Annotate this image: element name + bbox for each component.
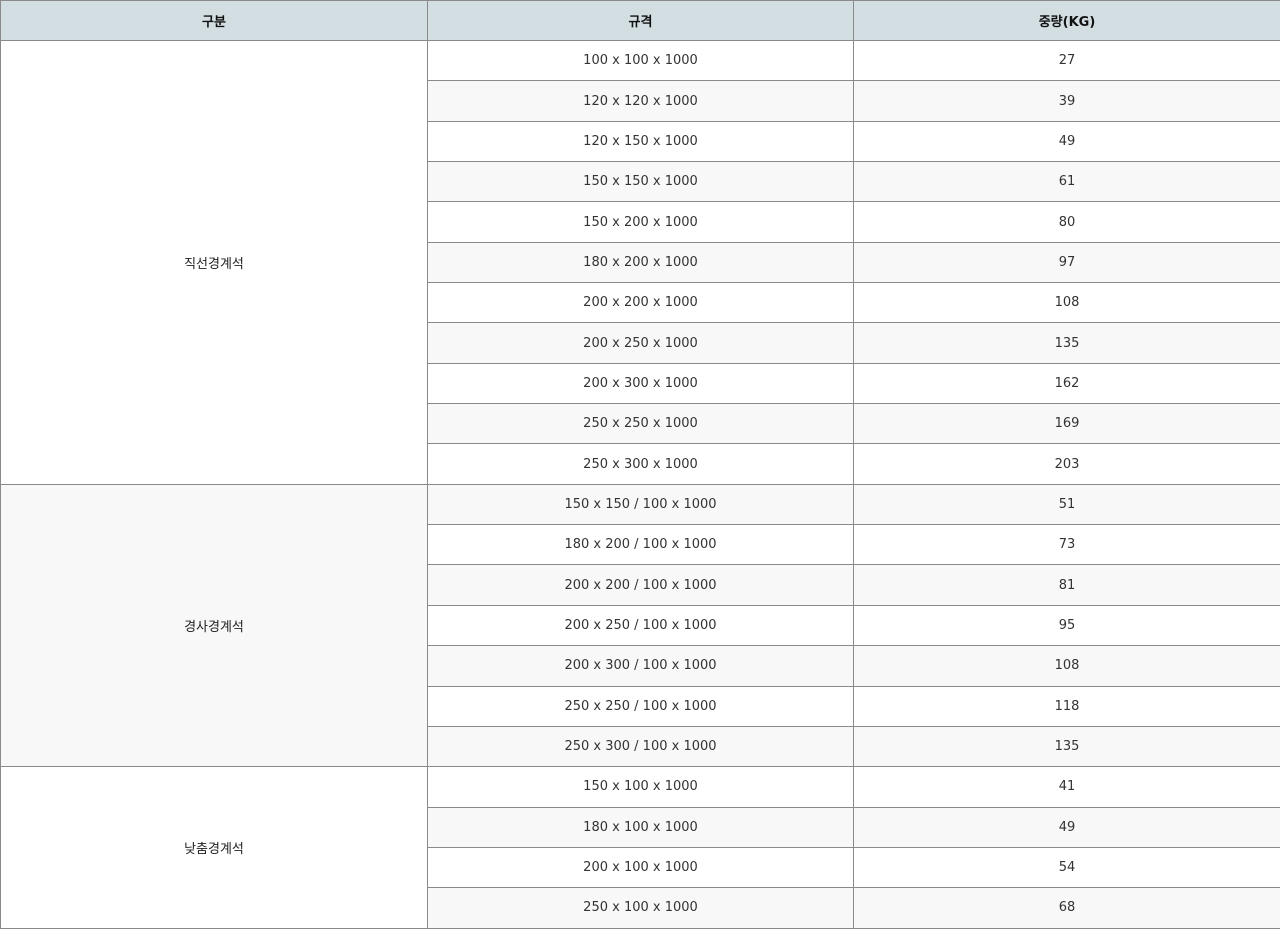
header-category: 구분: [0, 0, 428, 41]
weight-cell: 68: [853, 887, 1280, 929]
spec-cell: 250 x 300 x 1000: [427, 443, 854, 485]
weight-cell: 39: [853, 80, 1280, 122]
spec-cell: 150 x 150 / 100 x 1000: [427, 483, 854, 526]
spec-cell: 120 x 150 x 1000: [427, 120, 854, 163]
weight-cell: 162: [853, 362, 1280, 405]
spec-table: 구분 규격 중량(KG) 직선경계석 100 x 100 x 1000 27 120 …: [0, 0, 1280, 929]
spec-cell: 250 x 250 x 1000: [427, 403, 854, 445]
spec-cell: 250 x 300 / 100 x 1000: [427, 725, 854, 768]
weight-cell: 49: [853, 120, 1280, 163]
spec-cell: 150 x 100 x 1000: [427, 766, 854, 808]
spec-cell: 200 x 300 x 1000: [427, 362, 854, 405]
weight-cell: 97: [853, 241, 1280, 284]
table-row: 낮춤경계석 150 x 100 x 1000 41: [0, 766, 1280, 929]
weight-cell: 73: [853, 524, 1280, 566]
weight-cell: 41: [853, 766, 1280, 808]
weight-cell: 80: [853, 201, 1280, 243]
spec-cell: 250 x 100 x 1000: [427, 887, 854, 929]
spec-cell: 120 x 120 x 1000: [427, 80, 854, 122]
weight-cell: 203: [853, 443, 1280, 485]
spec-cell: 100 x 100 x 1000: [427, 39, 854, 82]
weight-cell: 169: [853, 403, 1280, 445]
weight-cell: 95: [853, 604, 1280, 647]
spec-cell: 200 x 250 x 1000: [427, 322, 854, 364]
table-row: 경사경계석 150 x 150 / 100 x 1000 51: [0, 483, 1280, 768]
category-cell: 경사경계석: [0, 483, 428, 768]
weight-cell: 118: [853, 685, 1280, 727]
spec-cell: 200 x 250 / 100 x 1000: [427, 604, 854, 647]
spec-cell: 180 x 100 x 1000: [427, 806, 854, 848]
spec-cell: 200 x 200 x 1000: [427, 282, 854, 324]
weight-cell: 54: [853, 846, 1280, 889]
spec-cell: 150 x 200 x 1000: [427, 201, 854, 243]
spec-cell: 200 x 200 / 100 x 1000: [427, 564, 854, 606]
spec-cell: 200 x 100 x 1000: [427, 846, 854, 889]
weight-cell: 135: [853, 725, 1280, 768]
table-body: 직선경계석 100 x 100 x 1000 27 120 x 120 x 1000 3…: [0, 39, 1280, 929]
table-header-row: 구분 규격 중량(KG): [0, 0, 1280, 41]
spec-cell: 180 x 200 x 1000: [427, 241, 854, 284]
table-row: 직선경계석 100 x 100 x 1000 27: [0, 39, 1280, 485]
weight-cell: 108: [853, 645, 1280, 687]
weight-cell: 81: [853, 564, 1280, 606]
weight-cell: 27: [853, 39, 1280, 82]
weight-cell: 61: [853, 161, 1280, 203]
category-cell: 낮춤경계석: [0, 766, 428, 929]
weight-cell: 51: [853, 483, 1280, 526]
header-weight: 중량(KG): [853, 0, 1280, 41]
spec-cell: 250 x 250 / 100 x 1000: [427, 685, 854, 727]
spec-cell: 150 x 150 x 1000: [427, 161, 854, 203]
spec-cell: 200 x 300 / 100 x 1000: [427, 645, 854, 687]
weight-cell: 135: [853, 322, 1280, 364]
category-cell: 직선경계석: [0, 40, 428, 485]
weight-cell: 49: [853, 806, 1280, 848]
spec-cell: 180 x 200 / 100 x 1000: [427, 524, 854, 566]
weight-cell: 108: [853, 282, 1280, 324]
header-spec: 규격: [427, 0, 854, 41]
